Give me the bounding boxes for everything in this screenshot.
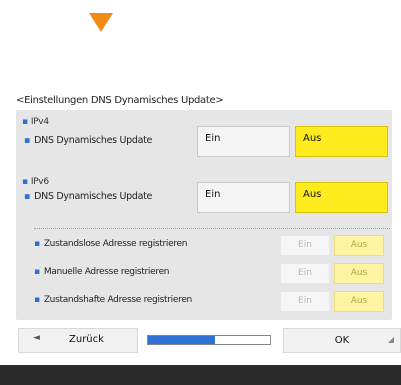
progress-fill [148, 336, 216, 344]
bottom-bar [0, 365, 401, 385]
back-arrow-icon: ◄ [33, 333, 40, 343]
ipv6-off-button[interactable]: Aus [295, 182, 388, 213]
ipv6-section-label: ▪ IPv6 [22, 177, 49, 187]
sub-setting-label-stateful: ▪ Zustandshafte Adresse registrieren [34, 295, 192, 305]
settings-panel: ▪ IPv4 ▪ DNS Dynamisches Update Ein Aus ▪ I… [16, 110, 392, 320]
screen-title: <Einstellungen DNS Dynamisches Update> [16, 95, 224, 106]
stateful-on-button[interactable]: Ein [280, 291, 330, 312]
stateless-off-button[interactable]: Aus [334, 235, 384, 256]
sub-setting-label-manual: ▪ Manuelle Adresse registrieren [34, 267, 170, 277]
ipv6-on-button[interactable]: Ein [197, 182, 290, 213]
divider [34, 228, 390, 229]
down-triangle-icon [89, 13, 113, 32]
manual-off-button[interactable]: Aus [334, 263, 384, 284]
stateful-off-button[interactable]: Aus [334, 291, 384, 312]
back-button-label: Zurück [69, 334, 104, 345]
back-button[interactable]: ◄ Zurück [18, 328, 138, 353]
ok-button-label: OK [334, 335, 350, 346]
ipv4-section-label: ▪ IPv4 [22, 117, 49, 127]
ok-button[interactable]: OK ◢ [283, 328, 401, 353]
sub-setting-label-stateless: ▪ Zustandslose Adresse registrieren [34, 239, 188, 249]
stateless-on-button[interactable]: Ein [280, 235, 330, 256]
ipv4-on-button[interactable]: Ein [197, 126, 290, 157]
ipv6-dns-update-label: ▪ DNS Dynamisches Update [24, 191, 153, 202]
manual-on-button[interactable]: Ein [280, 263, 330, 284]
enter-icon: ◢ [387, 335, 394, 344]
progress-bar [147, 335, 271, 345]
ipv4-dns-update-label: ▪ DNS Dynamisches Update [24, 135, 153, 146]
ipv4-off-button[interactable]: Aus [295, 126, 388, 157]
